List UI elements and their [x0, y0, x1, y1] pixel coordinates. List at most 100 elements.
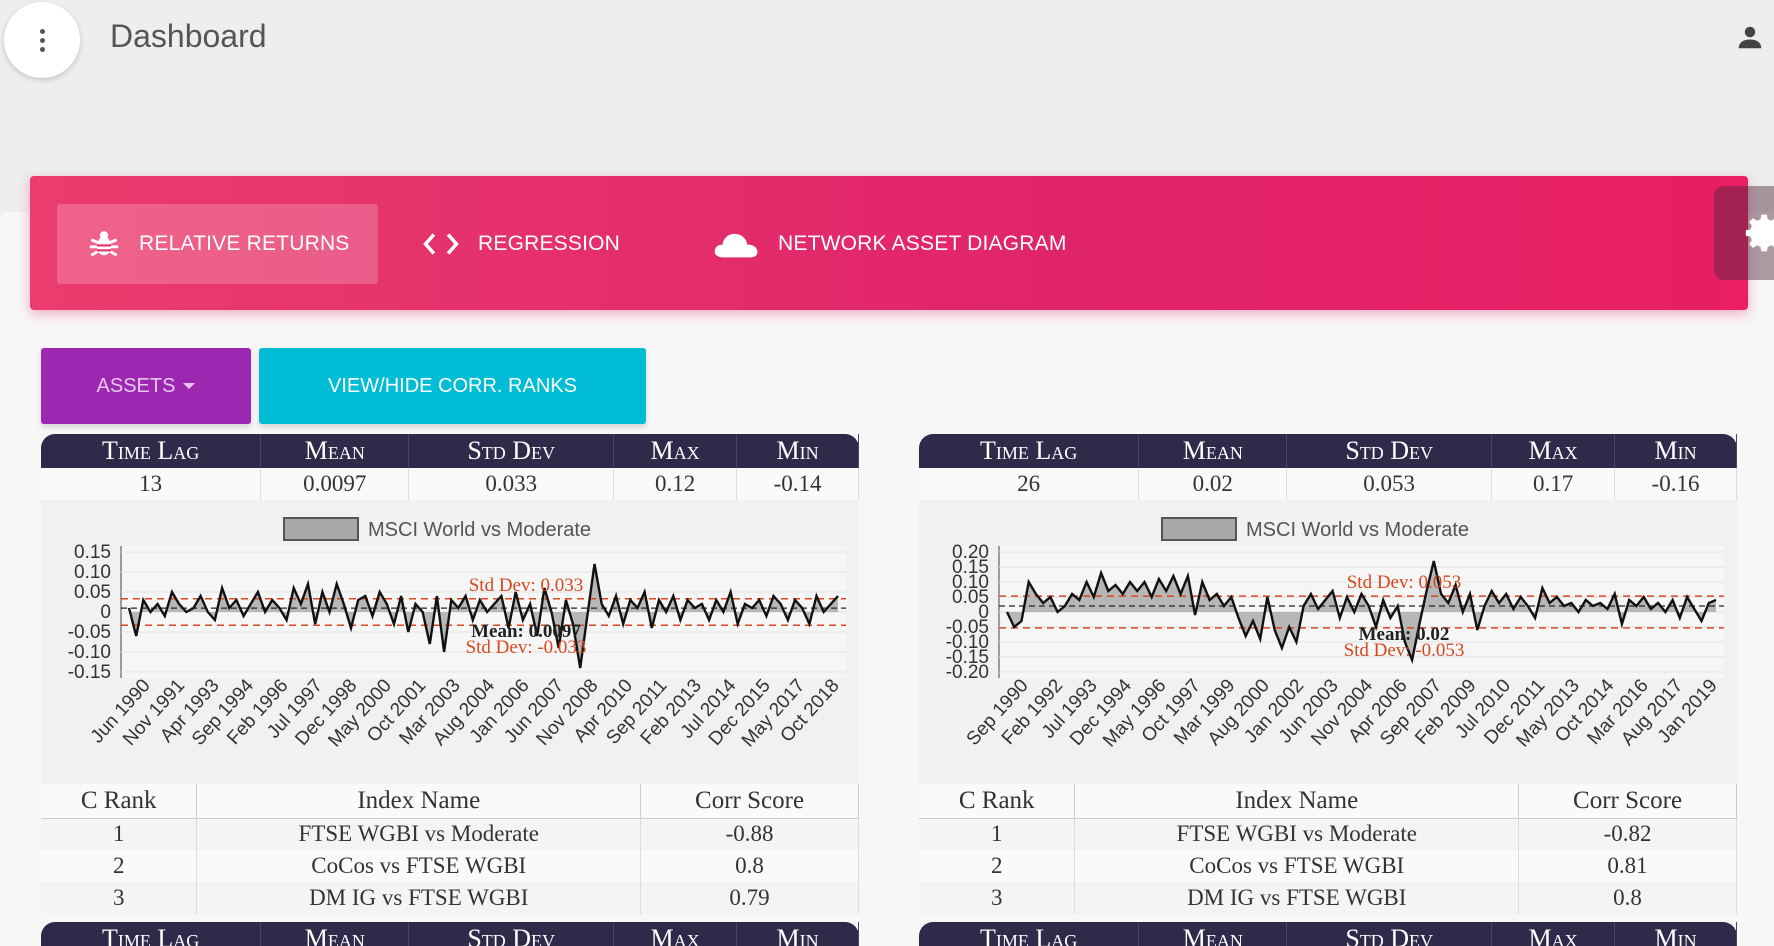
rank-header: C Rank — [919, 784, 1076, 819]
gear-icon — [1745, 214, 1774, 252]
index-name-cell: DM IG vs FTSE WGBI — [196, 882, 642, 914]
std-dev-positive-label: Std Dev: 0.053 — [1347, 572, 1462, 593]
stats-table: Time Lag Mean Std Dev Max Min 26 0.02 0.… — [919, 434, 1737, 500]
menu-button[interactable] — [4, 2, 80, 78]
table-row: 1 FTSE WGBI vs Moderate -0.88 — [41, 818, 859, 850]
view-hide-corr-ranks-button[interactable]: VIEW/HIDE CORR. RANKS — [259, 348, 646, 424]
stats-table-next: Time Lag Mean Std Dev Max Min — [41, 922, 859, 946]
tab-label: NETWORK ASSET DIAGRAM — [778, 232, 1067, 255]
chart-area: MSCI World vs Moderate 0.20 0.15 0.10 0.05 0-… — [919, 500, 1737, 784]
stat-mean: 0.0097 — [260, 468, 410, 500]
rank-header: Corr Score — [1518, 784, 1737, 819]
table-row: 2 CoCos vs FTSE WGBI 0.81 — [919, 850, 1737, 882]
corr-score-cell: 0.81 — [1518, 850, 1737, 882]
cloud-icon — [714, 233, 758, 258]
rank-cell: 2 — [41, 850, 198, 882]
y-tick-label: 0.10 — [74, 562, 111, 583]
stat-max: 0.12 — [613, 468, 738, 500]
tab-regression[interactable]: REGRESSION — [392, 204, 648, 284]
stats-header: Min — [736, 434, 859, 468]
mean-label: Mean: 0.0097 — [471, 621, 581, 642]
y-tick-label: -0.10 — [68, 642, 111, 663]
stats-header: Max — [613, 434, 738, 468]
rank-header: Index Name — [196, 784, 642, 819]
corr-score-cell: 0.8 — [1518, 882, 1737, 914]
stats-header: Max — [1491, 434, 1616, 468]
stats-header: Max — [1491, 922, 1616, 946]
more-vertical-icon — [39, 28, 45, 52]
page-title: Dashboard — [110, 18, 267, 54]
stat-lag: 13 — [41, 468, 262, 500]
std-dev-positive-label: Std Dev: 0.033 — [469, 575, 584, 596]
index-name-cell: FTSE WGBI vs Moderate — [1074, 818, 1520, 850]
chart-area: MSCI World vs Moderate 0.15 0.10 0.05 0 -0.05… — [41, 500, 859, 784]
stat-min: -0.16 — [1614, 468, 1737, 500]
tab-label: RELATIVE RETURNS — [139, 232, 350, 255]
stats-header: Mean — [260, 922, 410, 946]
y-tick-label: -0.20 — [946, 662, 989, 683]
mean-label: Mean: 0.02 — [1359, 624, 1450, 645]
legend-label: MSCI World vs Moderate — [368, 519, 591, 541]
assets-label: ASSETS — [96, 374, 176, 397]
stats-header: Time Lag — [41, 922, 262, 946]
stats-header: Max — [613, 922, 738, 946]
stat-max: 0.17 — [1491, 468, 1616, 500]
index-name-cell: CoCos vs FTSE WGBI — [196, 850, 642, 882]
stats-header: Std Dev — [408, 434, 615, 468]
tab-relative-returns[interactable]: RELATIVE RETURNS — [57, 204, 378, 284]
assets-dropdown-button[interactable]: ASSETS — [41, 348, 251, 424]
table-row: 3 DM IG vs FTSE WGBI 0.79 — [41, 882, 859, 914]
table-row: 3 DM IG vs FTSE WGBI 0.8 — [919, 882, 1737, 914]
panel-1: Time Lag Mean Std Dev Max Min 13 0.0097 … — [41, 434, 859, 946]
stat-mean: 0.02 — [1138, 468, 1288, 500]
returns-chart: MSCI World vs Moderate 0.150.100.050-0.05… — [68, 517, 846, 751]
user-icon[interactable] — [1735, 22, 1765, 52]
caret-down-icon — [183, 383, 196, 389]
stats-header: Mean — [1138, 922, 1288, 946]
table-row: 1 FTSE WGBI vs Moderate -0.82 — [919, 818, 1737, 850]
stats-header: Mean — [260, 434, 410, 468]
corr-score-cell: 0.8 — [640, 850, 859, 882]
bug-icon — [89, 231, 119, 257]
tab-label: REGRESSION — [478, 232, 621, 255]
corr-score-cell: -0.82 — [1518, 818, 1737, 850]
corr-score-cell: -0.88 — [640, 818, 859, 850]
stats-header: Time Lag — [919, 922, 1140, 946]
y-tick-label: -0.15 — [68, 662, 111, 683]
tab-network-asset-diagram[interactable]: NETWORK ASSET DIAGRAM — [682, 204, 1095, 284]
stats-header: Mean — [1138, 434, 1288, 468]
stats-header: Min — [1614, 434, 1737, 468]
y-tick-label: 0.05 — [74, 582, 111, 603]
table-row: 2 CoCos vs FTSE WGBI 0.8 — [41, 850, 859, 882]
settings-toggle[interactable] — [1714, 186, 1774, 280]
stats-header: Std Dev — [408, 922, 615, 946]
index-name-cell: FTSE WGBI vs Moderate — [196, 818, 642, 850]
rank-header: C Rank — [41, 784, 198, 819]
rank-cell: 2 — [919, 850, 1076, 882]
stats-table: Time Lag Mean Std Dev Max Min 13 0.0097 … — [41, 434, 859, 500]
stats-table-next: Time Lag Mean Std Dev Max Min — [919, 922, 1737, 946]
rank-cell: 1 — [919, 818, 1076, 850]
panel-2: Time Lag Mean Std Dev Max Min 26 0.02 0.… — [919, 434, 1737, 946]
legend-label: MSCI World vs Moderate — [1246, 519, 1469, 541]
stat-std: 0.053 — [1286, 468, 1493, 500]
stat-min: -0.14 — [736, 468, 859, 500]
corr-label: VIEW/HIDE CORR. RANKS — [328, 374, 577, 397]
corr-ranks-table: C Rank Index Name Corr Score 1 FTSE WGBI… — [919, 784, 1737, 914]
stats-header: Std Dev — [1286, 434, 1493, 468]
stats-header: Min — [1614, 922, 1737, 946]
returns-chart: MSCI World vs Moderate0.200.150.100.050-… — [946, 517, 1724, 751]
index-name-cell: DM IG vs FTSE WGBI — [1074, 882, 1520, 914]
corr-score-cell: 0.79 — [640, 882, 859, 914]
stats-header: Time Lag — [41, 434, 262, 468]
tab-bar: RELATIVE RETURNS REGRESSION NETWORK ASSE… — [30, 176, 1748, 310]
y-tick-label: -0.05 — [68, 622, 111, 643]
rank-cell: 1 — [41, 818, 198, 850]
rank-header: Index Name — [1074, 784, 1520, 819]
index-name-cell: CoCos vs FTSE WGBI — [1074, 850, 1520, 882]
top-bar: Dashboard — [0, 0, 1774, 80]
code-icon — [423, 233, 459, 255]
legend-swatch — [283, 517, 359, 541]
rank-cell: 3 — [919, 882, 1076, 914]
rank-header: Corr Score — [640, 784, 859, 819]
